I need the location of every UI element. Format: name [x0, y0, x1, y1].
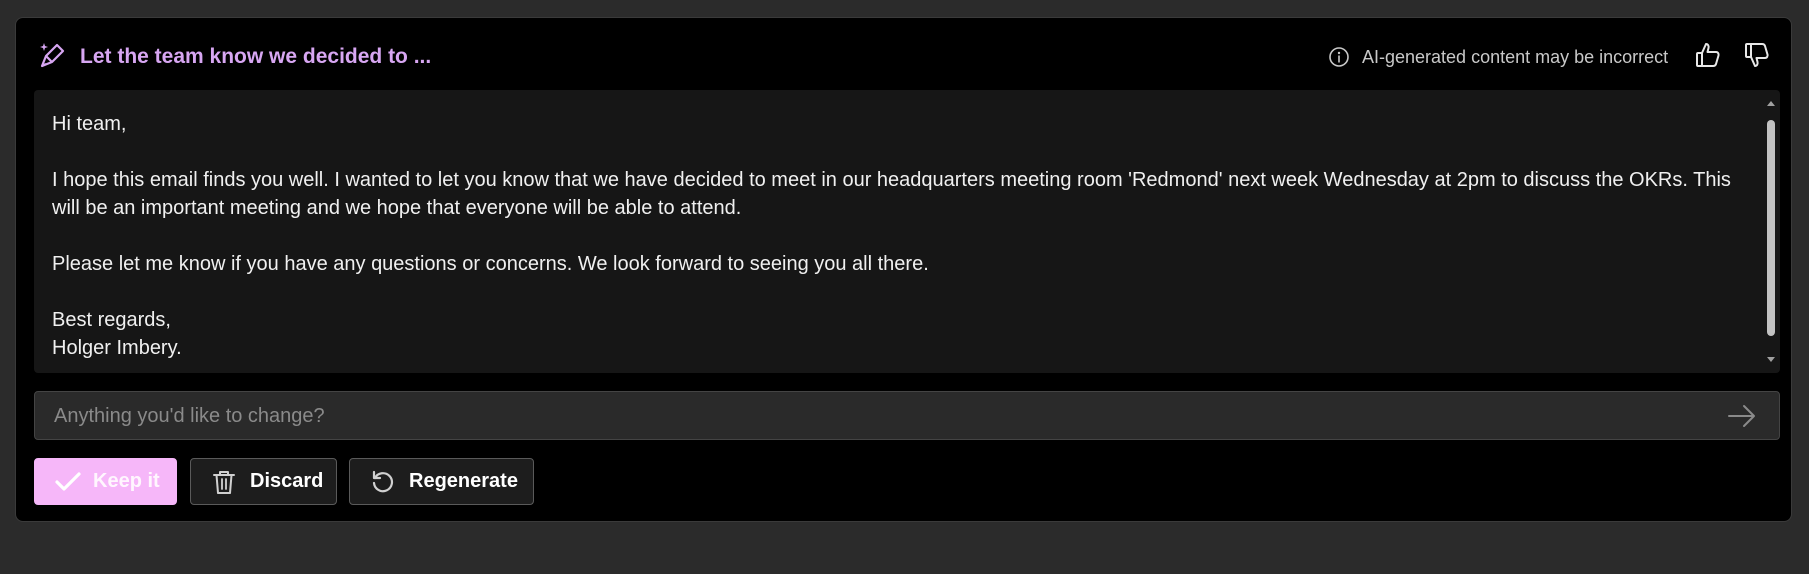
- copilot-draft-card: Let the team know we decided to ... AI-g…: [15, 17, 1792, 522]
- info-icon[interactable]: [1328, 46, 1350, 68]
- draft-closing: Best regards,: [52, 309, 171, 331]
- thumbs-down-icon[interactable]: [1742, 40, 1772, 70]
- draft-signature: Holger Imbery.: [52, 337, 182, 359]
- thumbs-up-icon[interactable]: [1693, 40, 1723, 70]
- draft-scrollbar[interactable]: [1762, 90, 1780, 373]
- card-header: Let the team know we decided to ... AI-g…: [16, 18, 1791, 90]
- discard-label: Discard: [250, 470, 324, 492]
- draft-body[interactable]: Hi team, I hope this email finds you wel…: [34, 90, 1780, 373]
- change-request-input[interactable]: [52, 392, 1696, 441]
- regenerate-label: Regenerate: [409, 470, 518, 492]
- trash-icon: [213, 470, 235, 494]
- keep-it-button[interactable]: Keep it: [34, 458, 177, 505]
- draft-greeting: Hi team,: [52, 113, 127, 135]
- scrollbar-thumb[interactable]: [1767, 120, 1775, 336]
- draft-paragraph: I hope this email finds you well. I want…: [52, 169, 1731, 219]
- scroll-down-arrow-icon[interactable]: [1767, 357, 1775, 362]
- discard-button[interactable]: Discard: [190, 458, 337, 505]
- arrow-right-icon[interactable]: [1727, 403, 1757, 429]
- regenerate-button[interactable]: Regenerate: [349, 458, 534, 505]
- draft-text: Hi team, I hope this email finds you wel…: [52, 110, 1742, 362]
- draft-paragraph: Please let me know if you have any quest…: [52, 253, 929, 275]
- refresh-icon: [372, 470, 394, 492]
- checkmark-icon: [55, 471, 81, 491]
- pen-sparkle-icon: [40, 43, 65, 68]
- scroll-up-arrow-icon[interactable]: [1767, 101, 1775, 106]
- keep-it-label: Keep it: [93, 470, 160, 492]
- card-title: Let the team know we decided to ...: [80, 45, 432, 68]
- change-request-field: [34, 391, 1780, 441]
- ai-disclaimer: AI-generated content may be incorrect: [1362, 47, 1669, 67]
